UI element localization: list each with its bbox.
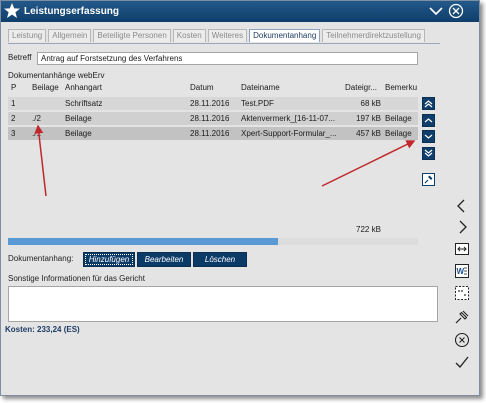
attachments-table: P Beilage Anhangart Datum Dateiname Date… xyxy=(8,83,418,235)
column-header-datum[interactable]: Datum xyxy=(190,83,214,92)
total-size: 722 kB xyxy=(356,225,381,234)
column-header-anhangart[interactable]: Anhangart xyxy=(65,83,102,92)
cell-p: 2 xyxy=(11,114,16,123)
betreff-field[interactable]: Antrag auf Forstsetzung des Verfahrens xyxy=(37,52,418,65)
confirm-icon[interactable] xyxy=(454,354,470,370)
move-top-button[interactable] xyxy=(422,97,435,110)
edit-attachment-button[interactable]: Bearbeiten xyxy=(137,252,191,267)
costs-text: Kosten: 233,24 (ES) xyxy=(5,325,80,334)
tab-dokumentanhang[interactable]: Dokumentanhang xyxy=(249,29,321,42)
column-header-dateigroesse[interactable]: Dateigr... xyxy=(345,83,383,92)
scrollbar-thumb[interactable] xyxy=(8,238,278,245)
cell-p: 3 xyxy=(11,129,16,138)
tab-weiteres[interactable]: Weiteres xyxy=(207,29,248,42)
tab-beteiligte-personen[interactable]: Beteiligte Personen xyxy=(93,29,171,42)
delete-attachment-button[interactable]: Löschen xyxy=(193,252,247,267)
cell-datum: 28.11.2016 xyxy=(190,114,230,123)
title-bar: Leistungserfassung xyxy=(1,1,479,22)
resize-icon[interactable] xyxy=(454,241,470,257)
dokumentanhang-label: Dokumentanhang: xyxy=(8,254,74,263)
table-row[interactable]: 2 ./2 Beilage 28.11.2016 Aktenvermerk_[1… xyxy=(8,112,418,125)
column-header-bemerkung[interactable]: Bemerku xyxy=(385,83,418,92)
cell-datum: 28.11.2016 xyxy=(190,129,230,138)
attachments-section-title: Dokumentanhänge webErv xyxy=(8,71,105,80)
move-bottom-icon xyxy=(424,149,433,157)
dots-icon[interactable] xyxy=(454,285,470,301)
cell-anhangart: Schriftsatz xyxy=(65,99,103,108)
tab-kosten[interactable]: Kosten xyxy=(172,29,206,42)
window-title: Leistungserfassung xyxy=(24,6,120,17)
star-app-icon xyxy=(4,3,20,18)
main-window: Leistungserfassung Leistung Allgemein Be… xyxy=(0,0,480,396)
notes-label: Sonstige Informationen für das Gericht xyxy=(8,274,145,283)
column-header-p[interactable]: P xyxy=(11,83,16,92)
column-header-dateiname[interactable]: Dateiname xyxy=(241,83,280,92)
cell-p: 1 xyxy=(11,99,16,108)
table-row[interactable]: 3 ./1 Beilage 28.11.2016 Xpert-Support-F… xyxy=(8,127,418,140)
table-row[interactable]: 1 Schriftsatz 28.11.2016 Test.PDF 68 kB xyxy=(8,97,418,110)
chevron-right-icon[interactable] xyxy=(454,219,470,235)
table-header: P Beilage Anhangart Datum Dateiname Date… xyxy=(8,83,418,95)
svg-text:W: W xyxy=(457,267,465,276)
chevron-left-icon[interactable] xyxy=(454,198,470,214)
pin-attachment-button[interactable] xyxy=(422,173,435,186)
add-attachment-button[interactable]: Hinzufügen xyxy=(83,252,135,267)
move-top-icon xyxy=(424,100,433,108)
move-down-button[interactable] xyxy=(422,130,435,143)
cell-dateiname: Test.PDF xyxy=(241,99,274,108)
tab-divider xyxy=(8,43,440,44)
cell-dateiname: Xpert-Support-Formular_... xyxy=(241,129,337,138)
word-icon[interactable]: W xyxy=(454,263,470,279)
move-bottom-button[interactable] xyxy=(422,147,435,160)
close-circle-icon[interactable] xyxy=(448,3,464,19)
cell-bemerkung: Beilage xyxy=(385,114,412,123)
cell-bemerkung: Beilage xyxy=(385,129,412,138)
column-header-beilage[interactable]: Beilage xyxy=(32,83,59,92)
tab-leistung[interactable]: Leistung xyxy=(8,29,47,42)
cell-datum: 28.11.2016 xyxy=(190,99,230,108)
horizontal-scrollbar[interactable] xyxy=(8,238,418,245)
cell-anhangart: Beilage xyxy=(65,114,92,123)
cell-anhangart: Beilage xyxy=(65,129,92,138)
cell-dateiname: Aktenvermerk_[16-11-07... xyxy=(241,114,336,123)
cancel-icon[interactable] xyxy=(454,332,470,348)
cell-dateigroesse: 457 kB xyxy=(356,129,381,138)
collapse-chevron-icon[interactable] xyxy=(428,3,444,19)
tab-teilnehmerdirektzustellung[interactable]: Teilnehmerdirektzustellung xyxy=(322,29,425,42)
cell-beilage: ./1 xyxy=(32,129,41,138)
betreff-label: Betreff xyxy=(8,53,32,62)
move-up-button[interactable] xyxy=(422,114,435,127)
notes-textarea[interactable] xyxy=(8,286,438,322)
tab-allgemein[interactable]: Allgemein xyxy=(48,29,92,42)
cell-beilage: ./2 xyxy=(32,114,41,123)
move-down-icon xyxy=(424,134,433,139)
tab-bar: Leistung Allgemein Beteiligte Personen K… xyxy=(8,29,427,43)
pin-icon[interactable] xyxy=(454,309,470,325)
cell-dateigroesse: 197 kB xyxy=(356,114,381,123)
cell-dateigroesse: 68 kB xyxy=(360,99,381,108)
pin-icon xyxy=(424,175,433,184)
move-up-icon xyxy=(424,118,433,123)
